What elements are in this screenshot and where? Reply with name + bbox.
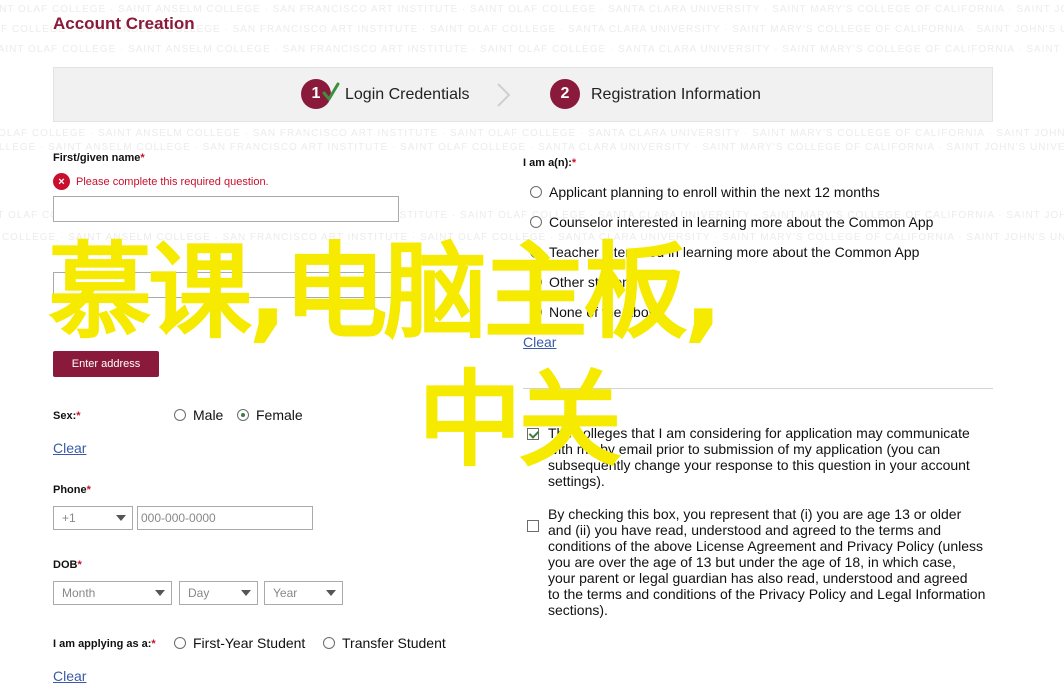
sex-clear-link[interactable]: Clear [53, 440, 86, 456]
first-name-error: × Please complete this required question… [53, 173, 269, 190]
role-option-counselor[interactable]: Counselor interested in learning more ab… [530, 214, 933, 230]
terms-line: and (ii) you have read, understood and a… [548, 522, 942, 538]
terms-line: to the terms and conditions of the Priva… [548, 586, 986, 602]
watermark-text: SAINT OLAF COLLEGE · SAINT ANSELM COLLEG… [0, 128, 1064, 139]
terms-line: conditions of the above License Agreemen… [548, 538, 984, 554]
radio-button[interactable] [174, 637, 186, 649]
i-am-a-label: I am a(n):* [523, 157, 577, 169]
checkmark-icon [322, 82, 340, 101]
select-value: +1 [62, 511, 76, 525]
option-label: Female [256, 407, 303, 423]
select-value: Day [188, 586, 210, 600]
dob-label: DOB* [53, 559, 82, 571]
radio-button[interactable] [530, 186, 542, 198]
watermark-text: SAINT OLAF COLLEGE · SAINT ANSELM COLLEG… [0, 142, 1064, 153]
error-message: Please complete this required question. [76, 175, 269, 188]
terms-line: your parent or legal guardian has also r… [548, 570, 968, 586]
dob-year-select[interactable]: Year [264, 581, 343, 605]
radio-button[interactable] [237, 409, 249, 421]
option-label: Counselor interested in learning more ab… [549, 214, 934, 230]
first-name-label: First/given name* [53, 152, 145, 164]
first-name-input[interactable] [53, 196, 399, 222]
step-2-label[interactable]: Registration Information [591, 86, 761, 104]
sex-label: Sex:* [53, 410, 81, 422]
chevron-down-icon [241, 590, 251, 596]
enter-address-button[interactable]: Enter address [53, 351, 159, 377]
sex-option-female[interactable]: Female [237, 407, 303, 423]
dob-day-select[interactable]: Day [179, 581, 258, 605]
page-title: Account Creation [53, 14, 195, 33]
applying-option-transfer[interactable]: Transfer Student [323, 635, 446, 651]
applying-as-label: I am applying as a:* [53, 638, 156, 650]
applying-option-first-year[interactable]: First-Year Student [174, 635, 305, 651]
chevron-right-icon [497, 83, 511, 107]
overlay-text-line-1: 慕课,电脑主板, [48, 231, 723, 353]
watermark-text: SAINT OLAF COLLEGE · SAINT ANSELM COLLEG… [0, 44, 1064, 55]
terms-line: By checking this box, you represent that… [548, 506, 962, 522]
dob-month-select[interactable]: Month [53, 581, 172, 605]
sex-option-male[interactable]: Male [174, 407, 223, 423]
option-label: Applicant planning to enroll within the … [549, 184, 880, 200]
terms-text: By checking this box, you represent that… [548, 506, 1008, 618]
error-icon: × [53, 173, 70, 190]
applying-clear-link[interactable]: Clear [53, 668, 86, 684]
radio-button[interactable] [530, 216, 542, 228]
option-label: Transfer Student [342, 635, 446, 651]
chevron-down-icon [116, 515, 126, 521]
chevron-down-icon [155, 590, 165, 596]
step-2-number: 2 [550, 79, 580, 109]
select-value: Year [273, 586, 298, 600]
country-code-select[interactable]: +1 [53, 506, 133, 530]
phone-placeholder: 000-000-0000 [141, 511, 216, 525]
radio-button[interactable] [323, 637, 335, 649]
select-value: Month [62, 586, 96, 600]
terms-line: you are over the age of 13 but under the… [548, 554, 956, 570]
chevron-down-icon [326, 590, 336, 596]
terms-line: sections). [548, 602, 608, 618]
step-progress-bar [53, 67, 993, 122]
terms-checkbox[interactable] [527, 520, 539, 532]
phone-label: Phone* [53, 484, 91, 496]
step-1-label[interactable]: Login Credentials [345, 86, 470, 104]
option-label: First-Year Student [193, 635, 306, 651]
option-label: Male [193, 407, 224, 423]
overlay-text-line-2: 中关 [418, 359, 622, 481]
radio-button[interactable] [174, 409, 186, 421]
role-option-applicant[interactable]: Applicant planning to enroll within the … [530, 184, 880, 200]
phone-input[interactable]: 000-000-0000 [137, 506, 313, 530]
